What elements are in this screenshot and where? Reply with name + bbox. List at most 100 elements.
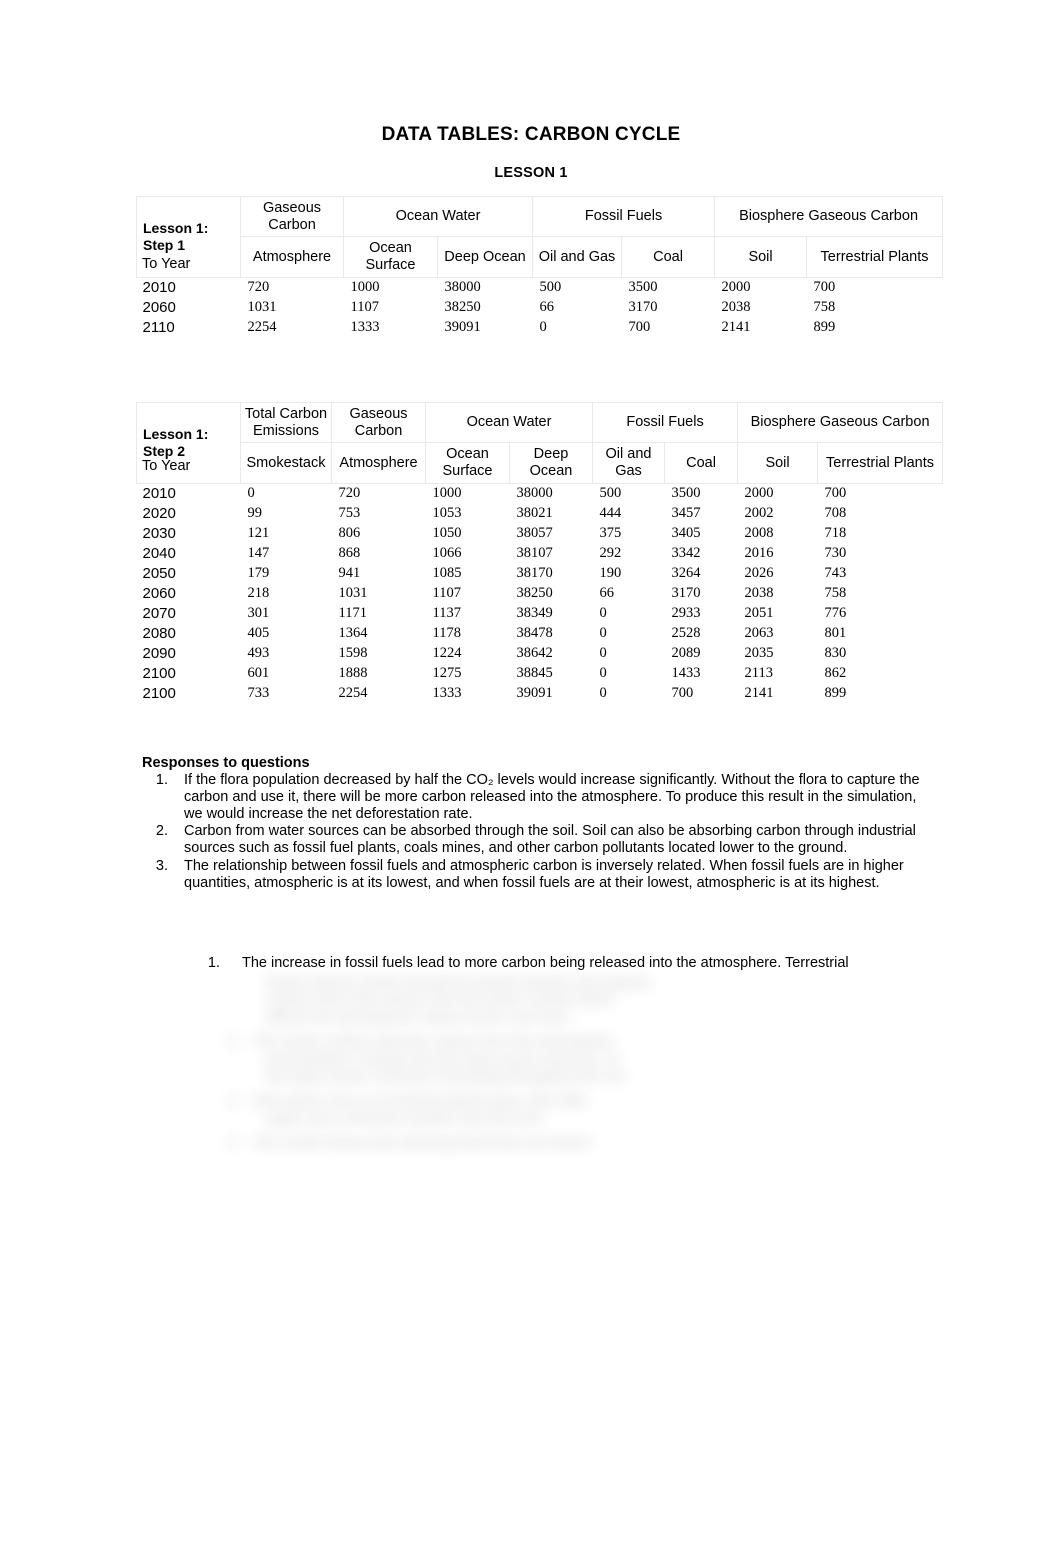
- row-year: 2060: [142, 584, 176, 602]
- row-value: 899: [824, 684, 847, 701]
- row-value: 1275: [432, 664, 462, 681]
- row-value: 66: [539, 298, 555, 315]
- row-value: 806: [338, 524, 361, 541]
- table2-body: 2010 0 720 1000 38000 500 3500 2000 700 2020 99 753…: [137, 483, 943, 703]
- row-year: 2030: [142, 524, 176, 542]
- row-value: 38250: [444, 298, 481, 315]
- row-value: 0: [599, 684, 607, 701]
- table-row: 2100 601 1888 1275 38845 0 1433 2113 862: [137, 663, 943, 683]
- row-year: 2090: [142, 644, 176, 662]
- row-value: 1171: [338, 604, 367, 621]
- row-value: 3170: [671, 584, 701, 601]
- row-value: 1031: [247, 298, 277, 315]
- page-subtitle: LESSON 1: [494, 165, 568, 181]
- row-value: 2035: [744, 644, 774, 661]
- row-value: 700: [671, 684, 694, 701]
- row-value: 0: [247, 484, 255, 501]
- row-value: 2038: [721, 298, 751, 315]
- row-value: 601: [247, 664, 270, 681]
- row-value: 0: [599, 624, 607, 641]
- row-value: 38057: [516, 524, 553, 541]
- table2-sub-header: Soil: [737, 442, 819, 484]
- table1-sub-header: Coal: [621, 236, 716, 278]
- row-value: 2933: [671, 604, 701, 621]
- row-value: 2254: [247, 318, 277, 335]
- row-value: 1224: [432, 644, 462, 661]
- table2-group-header-row: Lesson 1: Step 2 Total Carbon Emissions …: [136, 401, 944, 484]
- responses-sublist: 1. The increase in fossil fuels lead to m…: [142, 955, 932, 972]
- table-row: 2020 99 753 1053 38021 444 3457 2002 708: [137, 503, 943, 523]
- table2-group-header: Total Carbon Emissions: [240, 401, 332, 444]
- row-value: 899: [813, 318, 836, 335]
- table1-sub-header: Deep Ocean: [436, 236, 534, 278]
- row-value: 2254: [338, 684, 368, 701]
- row-year: 2050: [142, 564, 176, 582]
- row-value: 730: [824, 544, 847, 561]
- row-value: 218: [247, 584, 270, 601]
- response-subitem-text: The increase in fossil fuels lead to mor…: [242, 955, 849, 971]
- row-value: 1433: [671, 664, 701, 681]
- row-value: 39091: [516, 684, 553, 701]
- row-value: 1031: [338, 584, 368, 601]
- table1-sub-header: Oil and Gas: [532, 236, 623, 278]
- row-value: 862: [824, 664, 847, 681]
- row-value: 0: [599, 664, 607, 681]
- table2-sub-header: Smokestack: [240, 442, 332, 484]
- row-value: 39091: [444, 318, 481, 335]
- row-value: 2141: [721, 318, 751, 335]
- table1-group-header: Ocean Water: [342, 195, 534, 238]
- response-text: Carbon from water sources can be absorbe…: [184, 823, 916, 857]
- row-value: 1066: [432, 544, 462, 561]
- row-value: 2141: [744, 684, 774, 701]
- row-year: 2040: [142, 544, 176, 562]
- obscured-text-block: Plants absorb carbon during the growth s…: [228, 975, 650, 1152]
- row-value: 38478: [516, 624, 553, 641]
- row-value: 2000: [721, 278, 751, 295]
- table2-sub-header: Deep Ocean: [508, 442, 594, 484]
- table-row: 2030 121 806 1050 38057 375 3405 2008 718: [137, 523, 943, 543]
- row-value: 147: [247, 544, 270, 561]
- table2-sub-header-row: Smokestack Atmosphere Ocean Surface Deep…: [137, 442, 944, 484]
- response-text: If the flora population decreased by hal…: [184, 772, 920, 823]
- table-row: 2100 733 2254 1333 39091 0 700 2141 899: [137, 683, 943, 703]
- row-value: 0: [539, 318, 547, 335]
- row-value: 38170: [516, 564, 553, 581]
- row-value: 733: [247, 684, 270, 701]
- table1-group-header: Fossil Fuels: [532, 195, 716, 238]
- response-item: 2. Carbon from water sources can be absor…: [142, 823, 932, 857]
- row-value: 753: [338, 504, 361, 521]
- row-value: 720: [247, 278, 270, 295]
- row-value: 179: [247, 564, 270, 581]
- row-value: 2089: [671, 644, 701, 661]
- row-value: 1000: [350, 278, 380, 295]
- row-value: 700: [813, 278, 836, 295]
- row-value: 493: [247, 644, 270, 661]
- row-year: 2060: [142, 298, 176, 316]
- row-value: 38000: [516, 484, 553, 501]
- row-value: 38642: [516, 644, 553, 661]
- responses-heading: Responses to questions: [142, 755, 310, 771]
- row-value: 1085: [432, 564, 462, 581]
- table1-corner-line2: Step 1: [143, 236, 186, 253]
- row-value: 38845: [516, 664, 553, 681]
- row-value: 375: [599, 524, 622, 541]
- row-value: 2051: [744, 604, 774, 621]
- table-row: 2050 179 941 1085 38170 190 3264 2026 743: [137, 563, 943, 583]
- table-row: 2110 2254 1333 39091 0 700 2141 899: [137, 317, 943, 337]
- row-value: 776: [824, 604, 847, 621]
- table1-sub-header: Terrestrial Plants: [806, 236, 944, 278]
- table1-sub-header: Ocean Surface: [343, 236, 438, 278]
- response-text: The relationship between fossil fuels an…: [184, 857, 904, 891]
- row-value: 38250: [516, 584, 553, 601]
- table2-corner-line1: Lesson 1:: [143, 426, 209, 443]
- response-subitem: 1. The increase in fossil fuels lead to m…: [142, 955, 932, 972]
- table-row: 2040 147 868 1066 38107 292 3342 2016 730: [137, 543, 943, 563]
- row-value: 121: [247, 524, 270, 541]
- row-value: 718: [824, 524, 847, 541]
- table-row: 2060 218 1031 1107 38250 66 3170 2038 758: [137, 583, 943, 603]
- row-value: 743: [824, 564, 847, 581]
- table2-to-year-label: To Year: [142, 458, 191, 474]
- row-value: 1000: [432, 484, 462, 501]
- row-value: 3405: [671, 524, 701, 541]
- row-value: 720: [338, 484, 361, 501]
